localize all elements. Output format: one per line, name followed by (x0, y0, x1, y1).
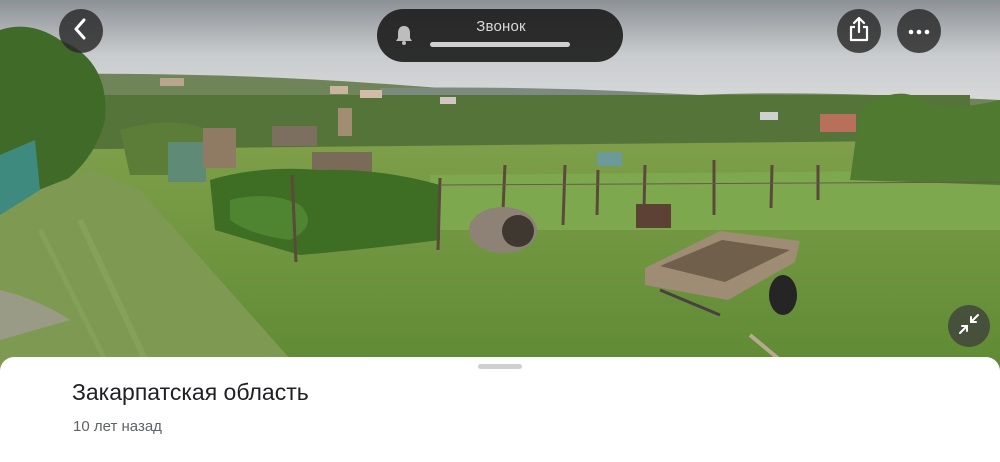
more-options-button[interactable] (897, 9, 941, 53)
more-horizontal-icon (908, 22, 930, 40)
call-progress-bar (430, 42, 570, 47)
collapse-view-button[interactable] (948, 305, 990, 347)
bell-icon (394, 24, 414, 51)
chevron-left-icon (71, 18, 91, 45)
call-label: Звонок (476, 18, 526, 35)
sheet-drag-handle[interactable] (478, 364, 522, 369)
collapse-arrows-icon (958, 313, 980, 340)
back-button[interactable] (59, 9, 103, 53)
capture-date: 10 лет назад (73, 418, 162, 435)
place-info-sheet[interactable]: Закарпатская область 10 лет назад (0, 357, 1000, 462)
share-button[interactable] (837, 9, 881, 53)
share-icon (848, 16, 870, 47)
call-notification-pill[interactable]: Звонок (377, 9, 623, 62)
place-title: Закарпатская область (72, 379, 309, 405)
